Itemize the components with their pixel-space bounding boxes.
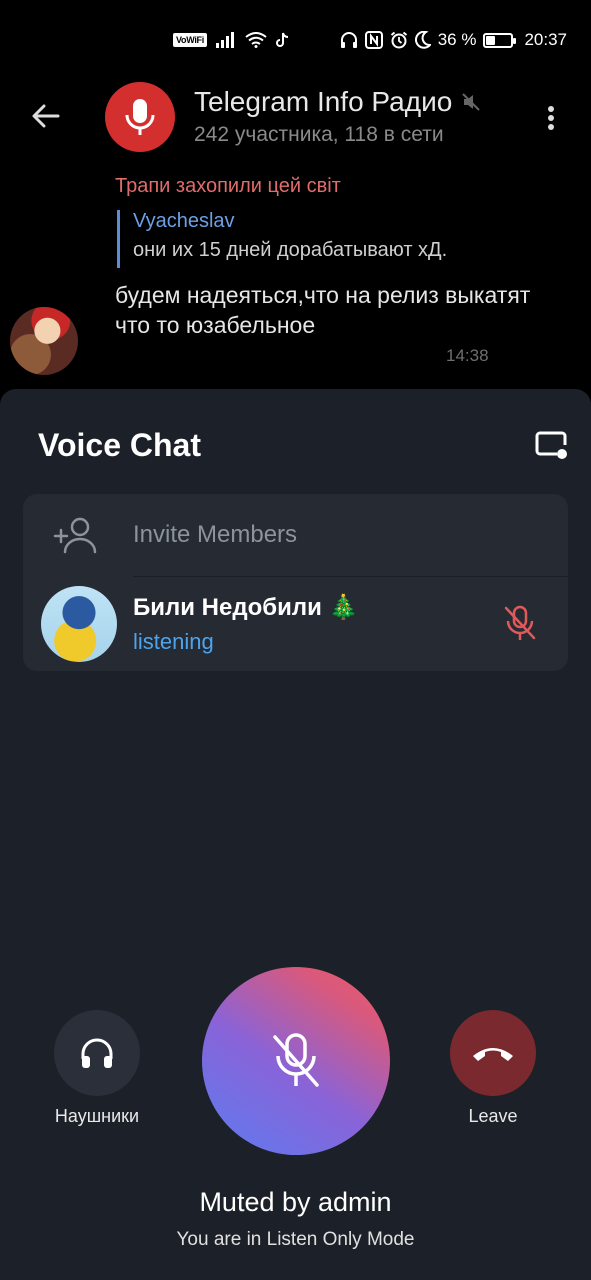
voice-chat-title: Voice Chat bbox=[38, 427, 201, 463]
leave-label: Leave bbox=[468, 1106, 518, 1126]
status-bar: VoWiFi 36 % 20:37 bbox=[0, 0, 591, 86]
participant-name: Били Недобили 🎄 bbox=[133, 594, 359, 621]
message-text: будем надеяться,что на релиз выкатят что… bbox=[115, 282, 531, 338]
voice-chat-sheet: Voice Chat Invite Members Били Недобили … bbox=[0, 389, 591, 1280]
microphone-icon bbox=[125, 99, 155, 135]
leave-button[interactable] bbox=[450, 1010, 536, 1096]
muted-status-title: Muted by admin bbox=[199, 1187, 392, 1217]
battery-fill bbox=[486, 35, 496, 45]
clock: 20:37 bbox=[524, 30, 567, 49]
tiktok-icon bbox=[275, 32, 289, 47]
alarm-icon bbox=[390, 31, 407, 49]
chat-avatar[interactable] bbox=[105, 82, 175, 152]
microphone-button[interactable] bbox=[202, 967, 390, 1155]
chat-subtitle: 242 участника, 118 в сети bbox=[194, 123, 444, 146]
message-author[interactable]: Трапи захопили цей світ bbox=[115, 175, 341, 198]
add-user-icon bbox=[53, 517, 97, 554]
status-bar-right: 36 % 20:37 bbox=[340, 30, 567, 50]
reply-text: они их 15 дней дорабатывают хД. bbox=[133, 239, 448, 261]
invite-members-label: Invite Members bbox=[133, 521, 298, 548]
status-bar-left: VoWiFi bbox=[173, 32, 289, 48]
participant-status: listening bbox=[133, 629, 214, 654]
participants-card: Invite Members Били Недобили 🎄 listening bbox=[23, 494, 568, 671]
picture-in-picture-icon[interactable] bbox=[535, 431, 569, 461]
chat-title-text: Telegram Info Радио bbox=[194, 86, 453, 117]
participant-avatar bbox=[41, 586, 117, 662]
battery-icon bbox=[483, 32, 517, 48]
nfc-icon bbox=[364, 31, 383, 49]
reply-author: Vyacheslav bbox=[133, 210, 235, 232]
muted-microphone-icon bbox=[504, 605, 536, 640]
chat-title[interactable]: Telegram Info Радио bbox=[194, 86, 481, 118]
moon-icon bbox=[414, 31, 431, 49]
message-time: 14:38 bbox=[446, 346, 489, 365]
more-menu-icon[interactable] bbox=[541, 102, 561, 134]
chat-header: Telegram Info Радио 242 участника, 118 в… bbox=[0, 78, 591, 158]
vowifi-icon: VoWiFi bbox=[173, 33, 207, 47]
hang-up-icon bbox=[473, 1048, 513, 1061]
headset-icon bbox=[340, 32, 357, 48]
invite-members-button[interactable]: Invite Members bbox=[23, 494, 568, 576]
reply-quote[interactable]: Vyacheslav они их 15 дней дорабатывают х… bbox=[117, 210, 447, 268]
muted-speaker-icon bbox=[462, 93, 481, 111]
headphones-label: Наушники bbox=[54, 1106, 140, 1126]
headphones-button[interactable] bbox=[54, 1010, 140, 1096]
participant-row[interactable]: Били Недобили 🎄 listening bbox=[23, 577, 568, 671]
headphones-icon bbox=[81, 1038, 113, 1068]
sender-avatar[interactable] bbox=[10, 307, 78, 375]
wifi-icon bbox=[245, 32, 267, 48]
signal-icon bbox=[215, 32, 234, 48]
muted-status-subtitle: You are in Listen Only Mode bbox=[176, 1229, 415, 1250]
muted-microphone-icon bbox=[273, 1033, 319, 1087]
back-arrow-icon[interactable] bbox=[30, 100, 62, 132]
battery-percent: 36 % bbox=[437, 30, 477, 49]
